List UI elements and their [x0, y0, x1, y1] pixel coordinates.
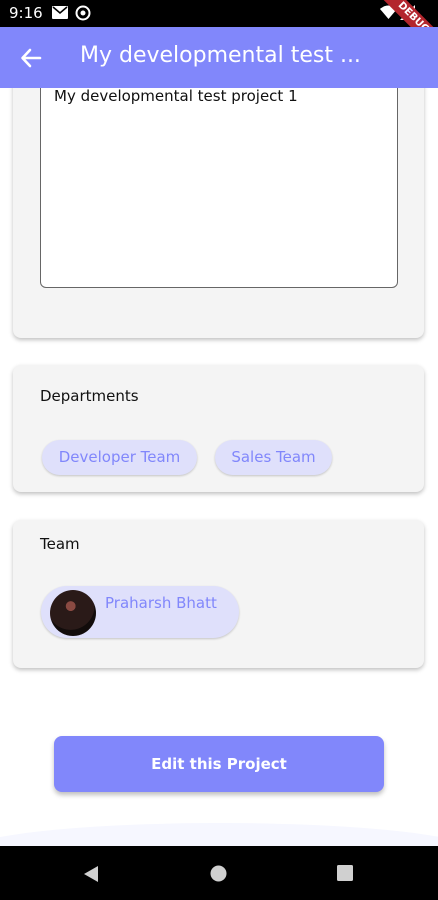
- nav-home-icon[interactable]: [210, 865, 227, 882]
- description-field[interactable]: My developmental test project 1: [40, 88, 398, 288]
- nav-back-icon[interactable]: [83, 865, 99, 883]
- departments-card: Departments Developer Team Sales Team: [13, 365, 424, 492]
- sync-status-icon: [75, 5, 91, 21]
- team-member-name: Praharsh Bhatt: [105, 594, 217, 612]
- mail-icon: [52, 6, 68, 19]
- team-card: Team Praharsh Bhatt: [13, 520, 424, 668]
- system-nav-bar: [0, 846, 438, 900]
- app-bar: My developmental test ...: [0, 27, 438, 88]
- description-card: My developmental test project 1: [13, 88, 424, 338]
- bottom-background-curve: [0, 823, 438, 846]
- departments-title: Departments: [40, 387, 139, 405]
- edit-project-button[interactable]: Edit this Project: [54, 736, 384, 792]
- page-title: My developmental test ...: [80, 43, 361, 68]
- nav-recents-icon[interactable]: [337, 865, 353, 881]
- back-arrow-icon[interactable]: [20, 47, 42, 69]
- project-content[interactable]: My developmental test project 1 Departme…: [0, 88, 438, 846]
- department-chip[interactable]: Developer Team: [42, 440, 197, 475]
- department-chip[interactable]: Sales Team: [215, 440, 332, 475]
- status-time: 9:16: [9, 4, 43, 22]
- team-title: Team: [40, 535, 80, 553]
- avatar: [50, 590, 96, 636]
- team-member-chip[interactable]: Praharsh Bhatt: [41, 586, 239, 638]
- description-text: My developmental test project 1: [54, 88, 298, 105]
- status-bar: 9:16 DEBUG: [0, 0, 438, 63]
